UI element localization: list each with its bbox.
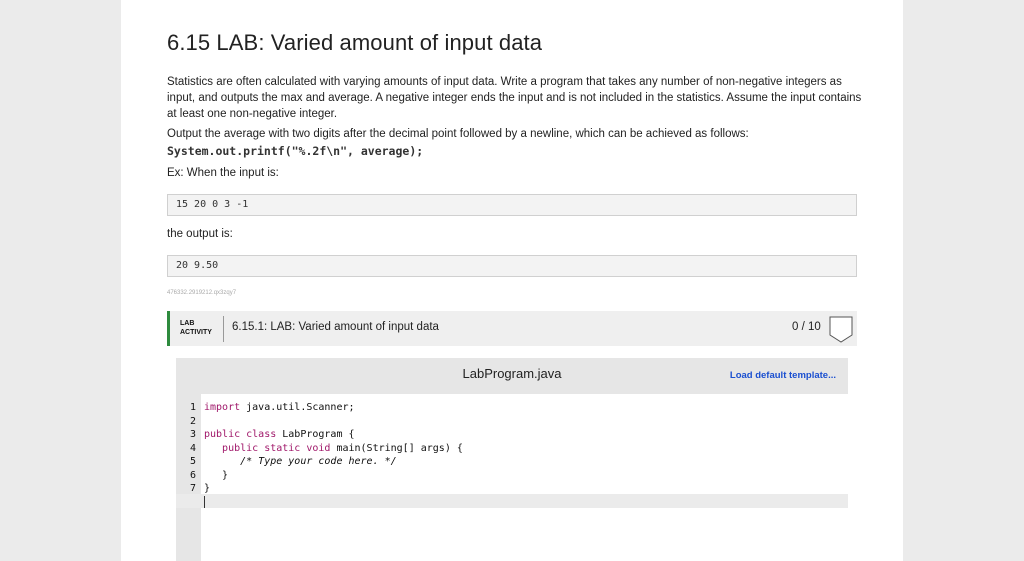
- code-text: main(String[] args) {: [330, 443, 463, 454]
- code-text: java.util.Scanner;: [240, 402, 355, 413]
- code-line-3: public class LabProgram {: [204, 429, 355, 440]
- page-title: 6.15 LAB: Varied amount of input data: [167, 30, 543, 55]
- lab-description: Statistics are often calculated with var…: [167, 76, 862, 120]
- code-keyword: public static void: [204, 443, 331, 454]
- watermark: 476332.2919212.qx3zqy7: [167, 290, 237, 296]
- line-number: 6: [189, 470, 196, 481]
- code-line-7: }: [204, 483, 211, 494]
- line-number: 1: [189, 402, 196, 413]
- code-line-6: }: [204, 470, 229, 481]
- code-comment: /* Type your code here. */: [204, 456, 397, 467]
- code-keyword: public class: [204, 429, 277, 440]
- lab-activity-bar: LAB ACTIVITY 6.15.1: LAB: Varied amount …: [167, 311, 857, 346]
- completion-badge-icon: [829, 316, 853, 343]
- output-instruction: Output the average with two digits after…: [167, 128, 749, 140]
- code-keyword: import: [204, 402, 241, 413]
- editor-header: LabProgram.java Load default template...: [176, 358, 848, 394]
- line-number: 3: [189, 429, 196, 440]
- code-line-4: public static void main(String[] args) {: [204, 443, 463, 454]
- code-editor: LabProgram.java Load default template...…: [176, 358, 848, 561]
- score-label: 0 / 10: [792, 321, 821, 333]
- text-cursor: [204, 496, 205, 508]
- lab-activity-tag: LAB ACTIVITY: [180, 319, 212, 337]
- code-text-area[interactable]: import java.util.Scanner; public class L…: [201, 394, 848, 561]
- example-input-box: 15 20 0 3 -1: [167, 194, 857, 216]
- lab-tag-line2: ACTIVITY: [180, 329, 212, 336]
- content-page: 6.15 LAB: Varied amount of input data St…: [121, 0, 903, 561]
- lab-separator: [223, 316, 224, 342]
- code-line-1: import java.util.Scanner;: [204, 402, 355, 413]
- line-number-gutter: 1 2 3 4 5 6 7 8: [176, 394, 201, 561]
- load-default-template-link[interactable]: Load default template...: [730, 370, 836, 381]
- line-number: 5: [189, 456, 196, 467]
- line-number: 7: [189, 483, 196, 494]
- line-number: 4: [189, 443, 196, 454]
- output-label: the output is:: [167, 228, 233, 240]
- example-label: Ex: When the input is:: [167, 167, 279, 179]
- code-text: LabProgram {: [276, 429, 355, 440]
- printf-code: System.out.printf("%.2f\n", average);: [167, 144, 424, 158]
- lab-tag-line1: LAB: [180, 320, 195, 327]
- active-line-highlight: [176, 494, 848, 508]
- line-number: 2: [189, 416, 196, 427]
- example-output-box: 20 9.50: [167, 255, 857, 277]
- lab-activity-title: 6.15.1: LAB: Varied amount of input data: [232, 321, 439, 333]
